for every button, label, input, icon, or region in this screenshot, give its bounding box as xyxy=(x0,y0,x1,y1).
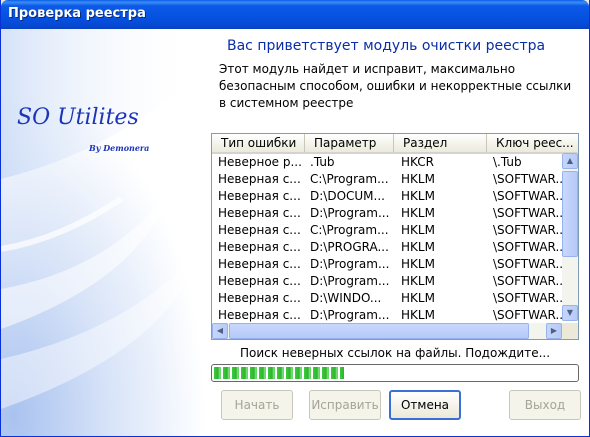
cell-section: HKLM xyxy=(401,223,435,237)
cell-registry-key: \.Tub xyxy=(493,155,522,169)
scroll-right-icon[interactable]: ▶ xyxy=(546,323,562,339)
vertical-scrollbar[interactable]: ▲ ▼ xyxy=(562,153,578,321)
cell-error-type: Неверная с... xyxy=(218,189,301,203)
client-area: SO Utilites By Demonera Вас приветствует… xyxy=(1,29,589,436)
cell-parameter: D:\Program... xyxy=(310,308,390,322)
cell-section: HKLM xyxy=(401,240,435,254)
list-header: Тип ошибки Параметр Раздел Ключ реес... xyxy=(212,134,578,154)
cell-registry-key: \SOFTWAR... xyxy=(493,206,563,220)
cell-parameter: .Tub xyxy=(310,155,335,169)
cell-parameter: D:\WINDO... xyxy=(310,291,382,305)
table-row[interactable]: Неверная с... D:\WINDO... HKLM \SOFTWAR.… xyxy=(212,290,563,307)
table-row[interactable]: Неверная с... C:\Program... HKLM \SOFTWA… xyxy=(212,171,563,188)
module-description: Этот модуль найдет и исправит, максималь… xyxy=(219,62,572,110)
cell-error-type: Неверная с... xyxy=(218,274,301,288)
cell-section: HKLM xyxy=(401,257,435,271)
cell-registry-key: \SOFTWAR... xyxy=(493,172,563,186)
progress-fill xyxy=(214,367,345,379)
scroll-up-icon[interactable]: ▲ xyxy=(562,153,578,169)
cell-parameter: D:\Program... xyxy=(310,206,390,220)
table-row[interactable]: Неверная с... D:\Program... HKLM \SOFTWA… xyxy=(212,205,563,222)
cell-error-type: Неверная с... xyxy=(218,308,301,322)
column-header-parameter[interactable]: Параметр xyxy=(305,134,394,152)
table-row[interactable]: Неверная с... D:\DOCUM... HKLM \SOFTWAR.… xyxy=(212,188,563,205)
scrollbar-corner xyxy=(562,323,578,339)
window-title: Проверка реестра xyxy=(8,6,146,21)
cell-registry-key: \SOFTWAR... xyxy=(493,257,563,271)
cell-error-type: Неверная с... xyxy=(218,257,301,271)
cell-section: HKLM xyxy=(401,206,435,220)
cancel-button[interactable]: Отмена xyxy=(389,390,461,420)
table-row[interactable]: Неверная с... C:\Program... HKLM \SOFTWA… xyxy=(212,222,563,239)
scroll-left-icon[interactable]: ◀ xyxy=(212,323,228,339)
column-header-section[interactable]: Раздел xyxy=(394,134,487,152)
cell-registry-key: \SOFTWAR... xyxy=(493,291,563,305)
scan-progress-bar xyxy=(211,364,579,382)
horizontal-scrollbar[interactable]: ◀ ▶ xyxy=(212,323,562,339)
cell-error-type: Неверное р... xyxy=(218,155,302,169)
cell-registry-key: \SOFTWAR... xyxy=(493,240,563,254)
brand-logo-text: SO Utilites xyxy=(17,105,139,130)
errors-list[interactable]: Тип ошибки Параметр Раздел Ключ реес... … xyxy=(211,133,579,340)
status-text: Поиск неверных ссылок на файлы. Подождит… xyxy=(239,346,551,360)
cell-section: HKLM xyxy=(401,189,435,203)
fix-button[interactable]: Исправить xyxy=(309,390,381,420)
cell-error-type: Неверная с... xyxy=(218,223,301,237)
registry-check-window: Проверка реестра SO Utilites By Demonera… xyxy=(0,0,590,437)
cell-error-type: Неверная с... xyxy=(218,291,301,305)
exit-button[interactable]: Выход xyxy=(509,390,581,420)
cell-error-type: Неверная с... xyxy=(218,206,301,220)
cell-parameter: D:\PROGRA... xyxy=(310,240,389,254)
cell-error-type: Неверная с... xyxy=(218,172,301,186)
cell-registry-key: \SOFTWAR... xyxy=(493,308,563,322)
cell-error-type: Неверная с... xyxy=(218,240,301,254)
table-row[interactable]: Неверная с... D:\PROGRA... HKLM \SOFTWAR… xyxy=(212,239,563,256)
start-button[interactable]: Начать xyxy=(221,390,293,420)
vertical-scroll-thumb[interactable] xyxy=(562,171,578,257)
cell-parameter: D:\Program... xyxy=(310,274,390,288)
cell-section: HKLM xyxy=(401,274,435,288)
title-bar[interactable]: Проверка реестра xyxy=(1,0,589,29)
cell-registry-key: \SOFTWAR... xyxy=(493,189,563,203)
table-row[interactable]: Неверная с... D:\Program... HKLM \SOFTWA… xyxy=(212,256,563,273)
table-row[interactable]: Неверная с... D:\Program... HKLM \SOFTWA… xyxy=(212,273,563,290)
cell-registry-key: \SOFTWAR... xyxy=(493,274,563,288)
horizontal-scroll-thumb[interactable] xyxy=(229,323,529,339)
table-row[interactable]: Неверная с... D:\Program... HKLM \SOFTWA… xyxy=(212,307,563,324)
brand-byline: By Demonera xyxy=(89,143,150,153)
cell-parameter: D:\DOCUM... xyxy=(310,189,385,203)
column-header-registry-key[interactable]: Ключ реес... xyxy=(487,134,578,152)
column-header-error-type[interactable]: Тип ошибки xyxy=(212,134,305,152)
table-row[interactable]: Неверное р... .Tub HKCR \.Tub xyxy=(212,154,562,171)
cell-parameter: C:\Program... xyxy=(310,172,389,186)
cell-section: HKLM xyxy=(401,308,435,322)
list-rows: Неверное р... .Tub HKCR \.Tub Неверная с… xyxy=(212,154,563,324)
cell-section: HKLM xyxy=(401,291,435,305)
welcome-heading: Вас приветствует модуль очистки реестра xyxy=(227,38,546,54)
cell-section: HKCR xyxy=(401,155,434,169)
scroll-down-icon[interactable]: ▼ xyxy=(562,305,578,321)
cell-registry-key: \SOFTWAR... xyxy=(493,223,563,237)
cell-section: HKLM xyxy=(401,172,435,186)
cell-parameter: D:\Program... xyxy=(310,257,390,271)
cell-parameter: C:\Program... xyxy=(310,223,389,237)
